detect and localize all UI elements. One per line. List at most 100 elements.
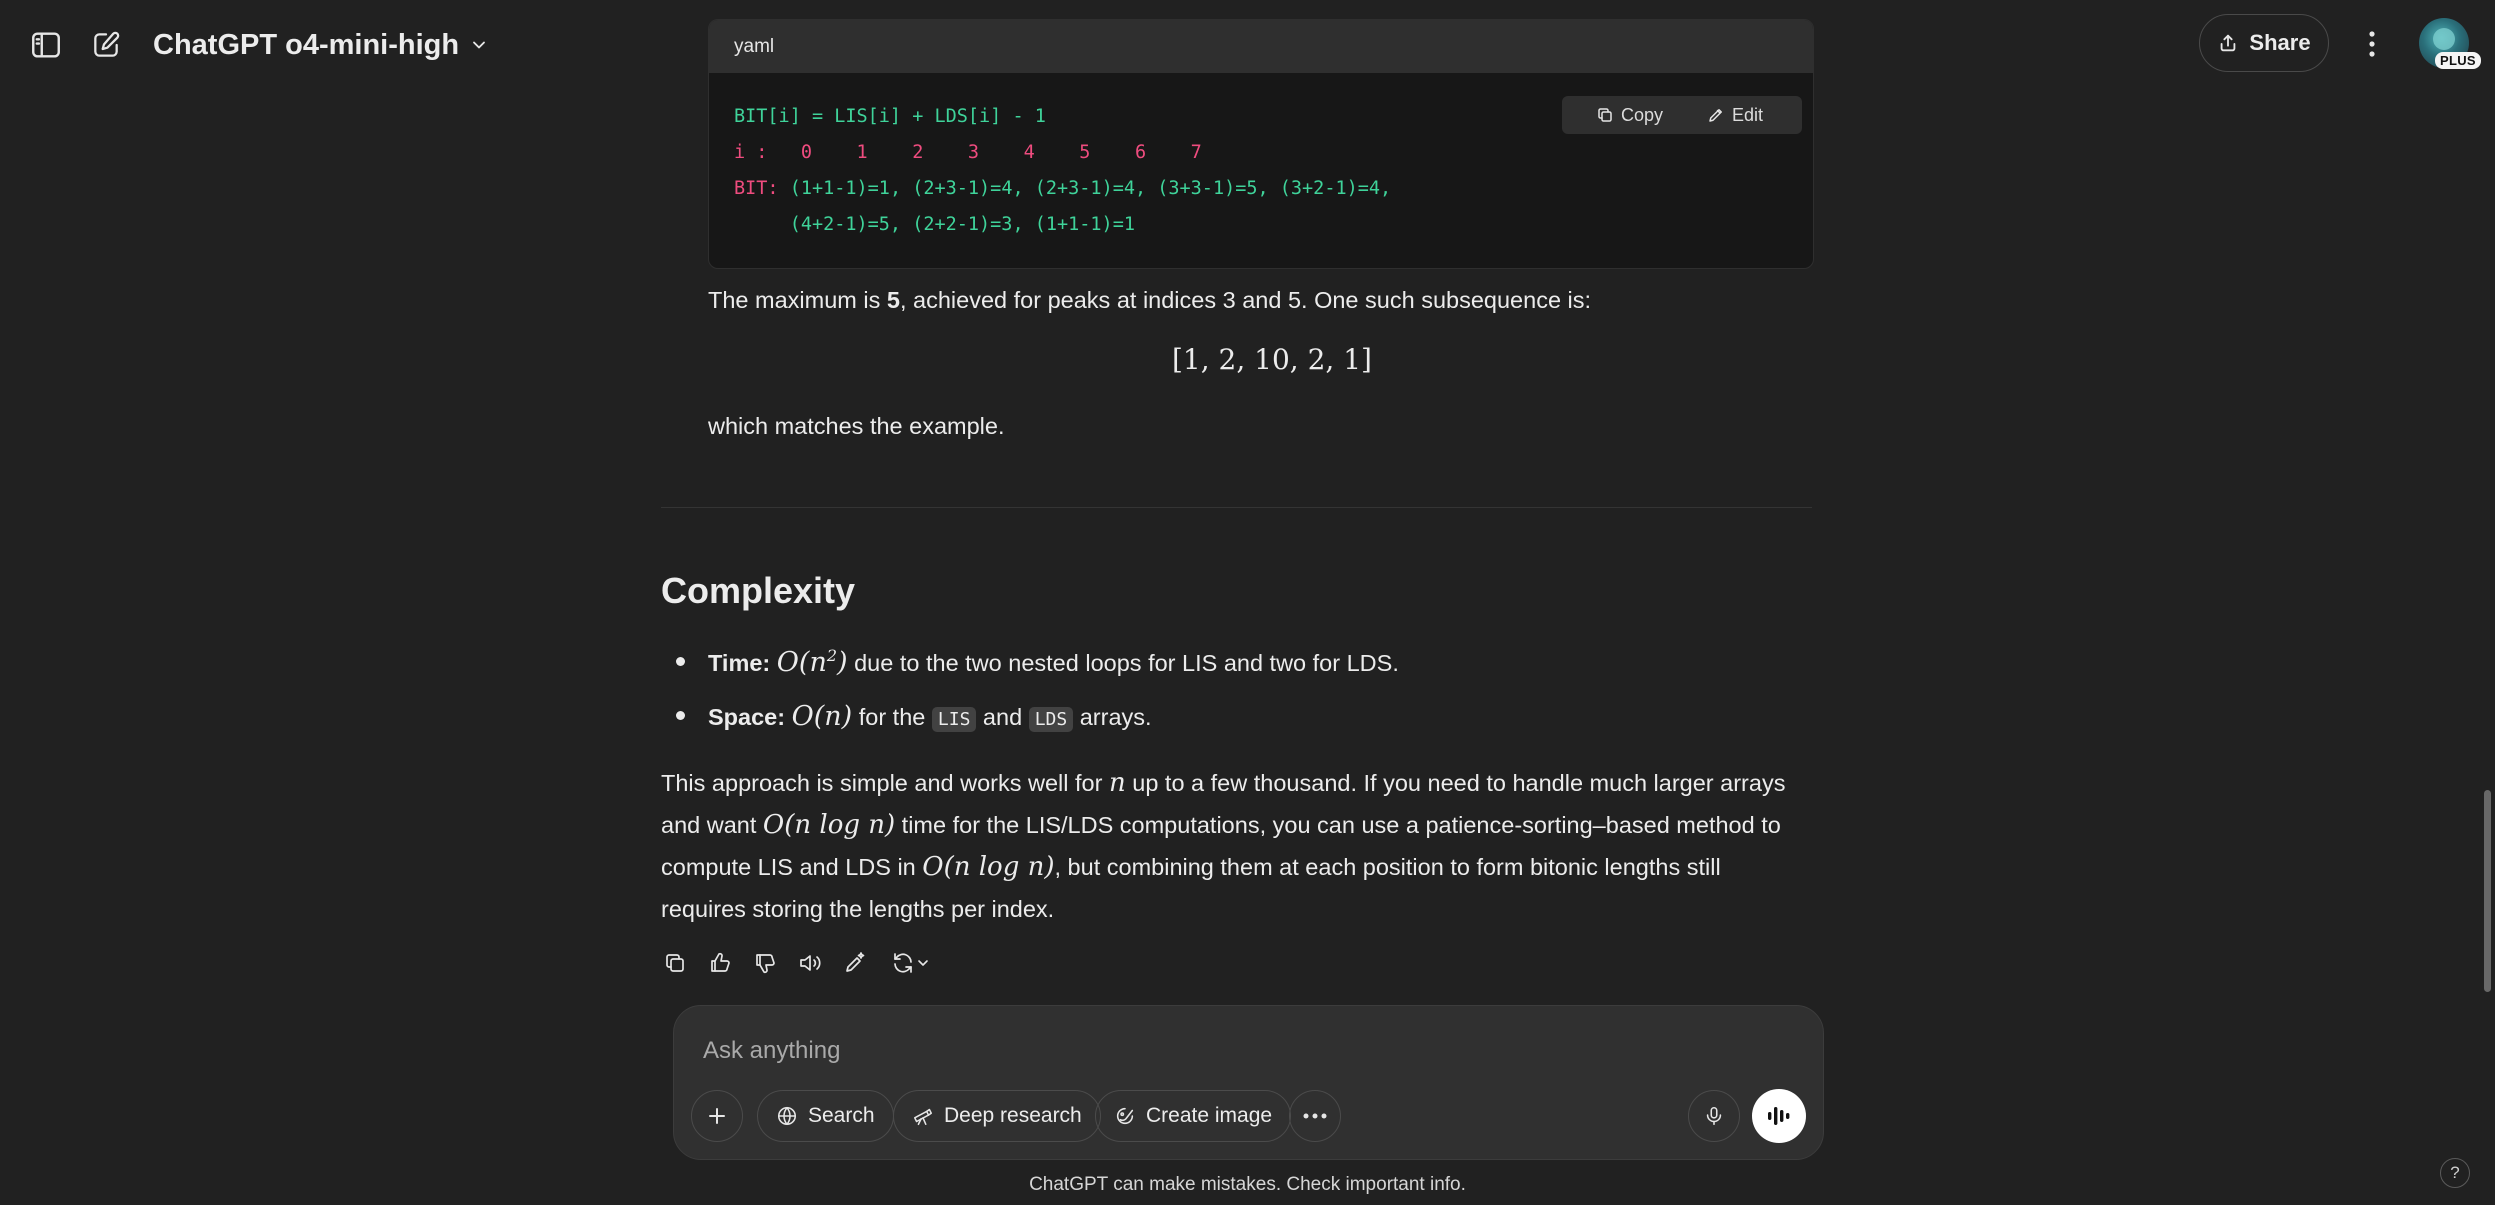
deep-research-label: Deep research bbox=[944, 1104, 1082, 1127]
share-icon bbox=[2221, 34, 2236, 52]
microphone-icon bbox=[1706, 1106, 1722, 1126]
result-prefix: The maximum is bbox=[708, 287, 887, 313]
paragraph-line-1: This approach is simple and works well f… bbox=[661, 768, 1785, 798]
share-button[interactable]: Share bbox=[2199, 14, 2329, 72]
subsequence-display: [1, 2, 10, 2, 1] bbox=[1172, 343, 1372, 376]
more-options-button[interactable] bbox=[2354, 24, 2390, 64]
code-line-3: BIT: (1+1-1)=1, (2+3-1)=4, (2+3-1)=4, (3… bbox=[734, 178, 1391, 199]
help-button[interactable]: ? bbox=[2440, 1158, 2470, 1188]
paragraph-line-3-formula: O(n log n) bbox=[922, 852, 1055, 882]
complexity-heading: Complexity bbox=[661, 570, 856, 611]
image-brush-icon bbox=[1116, 1107, 1134, 1125]
telescope-icon bbox=[913, 1108, 933, 1126]
space-formula: O(n) bbox=[791, 701, 853, 732]
space-label: Space: bbox=[708, 704, 786, 730]
paragraph-line-3-b: , but combining them at each position to… bbox=[1054, 854, 1721, 880]
plan-badge: PLUS bbox=[2435, 52, 2481, 69]
paragraph-line-3-a: compute LIS and LDS in bbox=[661, 854, 923, 880]
create-image-label: Create image bbox=[1146, 1104, 1273, 1127]
copy-icon bbox=[666, 954, 684, 972]
code-line-2: i : 0 1 2 3 4 5 6 7 bbox=[734, 142, 1202, 163]
bullet-time bbox=[676, 657, 685, 666]
edit-in-canvas-button[interactable] bbox=[839, 948, 871, 978]
paragraph-line-2-b: time for the LIS/LDS computations, you c… bbox=[895, 812, 1781, 838]
sidebar-toggle-button[interactable] bbox=[23, 22, 69, 68]
result-max-value: 5 bbox=[886, 287, 900, 313]
bullet-space bbox=[676, 711, 685, 720]
time-text: due to the two nested loops for LIS and … bbox=[847, 650, 1399, 676]
thumbs-down-icon bbox=[756, 954, 775, 974]
code-line-3-values: (1+1-1)=1, (2+3-1)=4, (2+3-1)=4, (3+3-1)… bbox=[778, 178, 1392, 199]
edit-label: Edit bbox=[1732, 104, 1764, 125]
time-label: Time: bbox=[708, 650, 771, 676]
edit-code-button[interactable]: Edit bbox=[1697, 96, 1773, 134]
deep-research-button[interactable]: Deep research bbox=[893, 1090, 1101, 1142]
space-text-3: arrays. bbox=[1073, 704, 1152, 730]
paragraph-line-4: requires storing the lengths per index. bbox=[661, 896, 1055, 922]
search-button[interactable]: Search bbox=[757, 1090, 894, 1142]
pen-sparkle-icon bbox=[846, 952, 865, 972]
dictate-button[interactable] bbox=[1688, 1090, 1740, 1142]
attach-button[interactable] bbox=[691, 1090, 743, 1142]
paragraph-line-3: compute LIS and LDS in O(n log n), but c… bbox=[661, 852, 1721, 882]
result-sentence: The maximum is 5, achieved for peaks at … bbox=[708, 287, 1591, 314]
code-line-2-values: 0 1 2 3 4 5 6 7 bbox=[767, 142, 1202, 163]
code-line-4: (4+2-1)=5, (2+2-1)=3, (1+1-1)=1 bbox=[734, 214, 1135, 235]
result-suffix: , achieved for peaks at indices 3 and 5.… bbox=[899, 287, 1592, 313]
more-horizontal-icon bbox=[1303, 1113, 1327, 1119]
space-complexity-item: Space: O(n) for the LIS and LDS arrays. bbox=[708, 701, 1152, 732]
scrollbar[interactable] bbox=[2480, 0, 2495, 1205]
sidebar-icon bbox=[32, 32, 60, 58]
composer: Search Deep research Create image bbox=[673, 1005, 1824, 1160]
edit-icon bbox=[1709, 109, 1723, 122]
code-block: yaml Copy Edit BIT[i] = LIS[i] + LDS[i] … bbox=[708, 19, 1814, 269]
space-text-1: for the bbox=[852, 704, 932, 730]
time-formula-base: O(n bbox=[776, 647, 827, 678]
thumbs-down-button[interactable] bbox=[749, 948, 781, 978]
paragraph-line-1-variable: n bbox=[1108, 768, 1126, 798]
refresh-icon bbox=[894, 953, 912, 973]
paragraph-line-2-a: and want bbox=[661, 812, 763, 838]
plus-icon bbox=[709, 1108, 725, 1124]
ask-input[interactable] bbox=[701, 1030, 1305, 1072]
copy-code-button[interactable]: Copy bbox=[1586, 96, 1673, 134]
model-selector[interactable]: ChatGPT o4-mini-high bbox=[153, 24, 489, 66]
code-toolbar: Copy Edit bbox=[1562, 96, 1802, 134]
paragraph-line-2: and want O(n log n) time for the LIS/LDS… bbox=[661, 810, 1781, 840]
paragraph-line-2-formula: O(n log n) bbox=[762, 810, 896, 840]
more-tools-button[interactable] bbox=[1289, 1090, 1341, 1142]
inline-code-lis: LIS bbox=[931, 707, 977, 732]
regenerate-button[interactable] bbox=[884, 948, 938, 978]
chevron-down-icon bbox=[473, 41, 486, 49]
section-divider bbox=[661, 507, 1812, 508]
copy-message-button[interactable] bbox=[659, 948, 691, 978]
time-complexity-item: Time: O(n2) due to the two nested loops … bbox=[708, 646, 1399, 678]
chevron-down-icon bbox=[918, 960, 928, 966]
globe-icon bbox=[777, 1106, 797, 1126]
thumbs-up-button[interactable] bbox=[704, 948, 736, 978]
search-label: Search bbox=[808, 1104, 875, 1127]
time-formula-close: ) bbox=[837, 647, 848, 678]
code-line-3-key: BIT: bbox=[734, 178, 779, 199]
avatar-face bbox=[2433, 28, 2455, 50]
compose-icon bbox=[94, 31, 120, 57]
voice-mode-button[interactable] bbox=[1752, 1089, 1806, 1143]
inline-code-lds: LDS bbox=[1028, 707, 1074, 732]
code-line-1: BIT[i] = LIS[i] + LDS[i] - 1 bbox=[734, 106, 1046, 127]
time-formula: O(n2) bbox=[776, 646, 848, 678]
thumbs-up-icon bbox=[711, 952, 730, 972]
new-chat-button[interactable] bbox=[83, 22, 129, 68]
read-aloud-button[interactable] bbox=[794, 948, 826, 978]
model-title: ChatGPT o4-mini-high bbox=[153, 28, 460, 61]
time-formula-exponent: 2 bbox=[826, 646, 838, 665]
more-vertical-icon bbox=[2369, 31, 2375, 57]
copy-label: Copy bbox=[1621, 104, 1664, 125]
copy-icon bbox=[1598, 108, 1612, 122]
result-closing: which matches the example. bbox=[708, 413, 1005, 439]
create-image-button[interactable]: Create image bbox=[1095, 1090, 1292, 1142]
scrollbar-thumb[interactable] bbox=[2484, 790, 2491, 992]
disclaimer: ChatGPT can make mistakes. Check importa… bbox=[1029, 1174, 1466, 1195]
paragraph-line-1-b: up to a few thousand. If you need to han… bbox=[1125, 770, 1786, 796]
speaker-icon bbox=[800, 955, 821, 971]
code-language-label: yaml bbox=[709, 20, 1813, 73]
